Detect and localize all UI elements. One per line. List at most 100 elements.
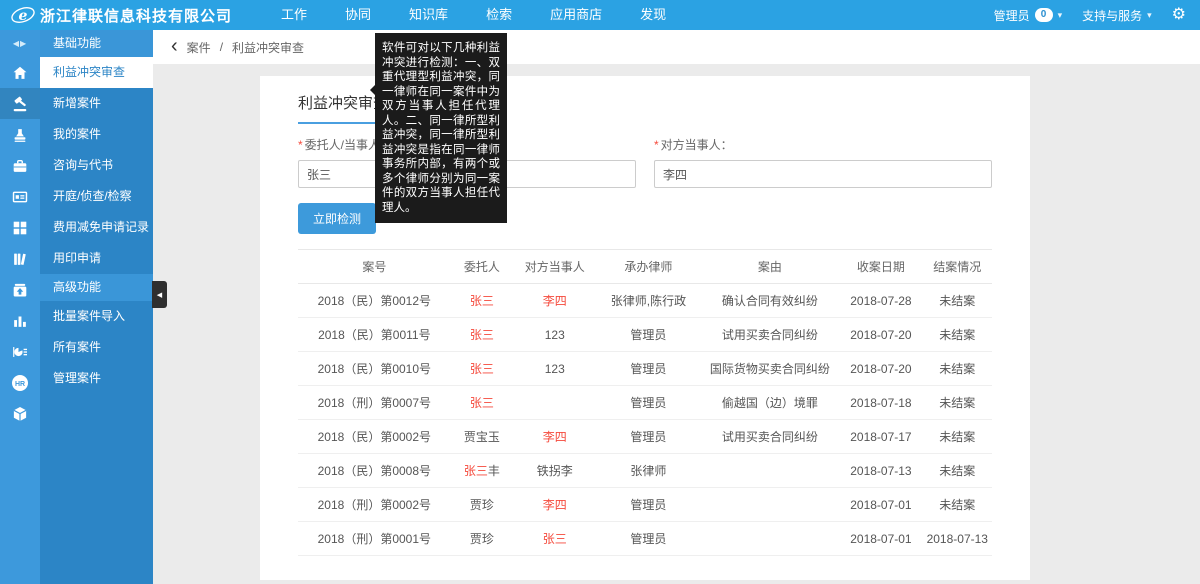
support-label: 支持与服务 [1082,7,1142,24]
client-cell: 张三丰 [451,454,513,488]
sidebar: ◀ ▶ [0,30,153,584]
lawyer-cell: 管理员 [596,522,700,556]
section-advanced-functions[interactable]: 高级功能 [40,274,153,301]
svg-text:HR: HR [15,381,25,388]
books-icon[interactable] [0,243,40,274]
opponent-cell: 李四 [513,420,596,454]
home-icon[interactable] [0,57,40,88]
status-cell: 未结案 [923,318,992,352]
lawyer-cell: 管理员 [596,420,700,454]
required-mark: * [654,138,659,152]
col-client: 委托人 [451,250,513,284]
sidebar-icon-strip: ◀ ▶ [0,30,40,584]
client-cell: 张三 [451,386,513,420]
status-cell: 未结案 [923,454,992,488]
app-logo-icon: e [8,3,38,27]
section-basic-functions[interactable]: 基础功能 [40,30,153,57]
nav-discover[interactable]: 发现 [621,0,685,30]
status-cell: 2018-07-13 [923,522,992,556]
opponent-field: *对方当事人： [654,136,992,188]
nav-work[interactable]: 工作 [262,0,326,30]
client-cell: 张三 [451,352,513,386]
case-no: 2018（刑）第0002号 [298,488,451,522]
sidebar-item-consulting[interactable]: 咨询与代书 [40,150,153,181]
client-cell: 贾宝玉 [451,420,513,454]
sidebar-item-all-cases[interactable]: 所有案件 [40,332,153,363]
date-cell: 2018-07-17 [839,420,922,454]
opponent-cell: 123 [513,352,596,386]
sidebar-item-fee-waiver[interactable]: 费用减免申请记录 [40,212,153,243]
table-header-row: 案号 委托人 对方当事人 承办律师 案由 收案日期 结案情况 [298,250,992,284]
cause-cell: 试用买卖合同纠纷 [700,420,839,454]
arrow-right-icon: ▶ [20,39,27,48]
grid-icon[interactable] [0,212,40,243]
sidebar-item-batch-import[interactable]: 批量案件导入 [40,301,153,332]
opponent-cell: 123 [513,318,596,352]
sidebar-item-my-cases[interactable]: 我的案件 [40,119,153,150]
status-cell: 未结案 [923,386,992,420]
case-no: 2018（民）第0008号 [298,454,451,488]
cause-cell [700,488,839,522]
gear-icon[interactable]: ⚙ [1172,7,1186,23]
case-no: 2018（民）第0002号 [298,420,451,454]
table-row: 2018（民）第0012号 张三 李四 张律师,陈行政 确认合同有效纠纷 201… [298,284,992,318]
tooltip-arrow [370,85,375,95]
col-opponent: 对方当事人 [513,250,596,284]
breadcrumb-section[interactable]: 案件 [187,39,211,56]
table-row: 2018（民）第0010号 张三 123 管理员 国际货物买卖合同纠纷 2018… [298,352,992,386]
breadcrumb-current: 利益冲突审查 [232,39,304,56]
case-no: 2018（刑）第0001号 [298,522,451,556]
stamp-icon[interactable] [0,119,40,150]
pie-report-icon[interactable] [0,336,40,367]
conflict-result-table: 案号 委托人 对方当事人 承办律师 案由 收案日期 结案情况 2018（民）第0… [298,249,992,556]
top-nav: 工作 协同 知识库 检索 应用商店 发现 [262,0,685,30]
date-cell: 2018-07-28 [839,284,922,318]
cube-icon[interactable] [0,398,40,429]
id-card-icon[interactable] [0,181,40,212]
case-no: 2018（民）第0011号 [298,318,451,352]
detect-now-button[interactable]: 立即检测 [298,203,376,234]
nav-app-store[interactable]: 应用商店 [531,0,621,30]
nav-search[interactable]: 检索 [467,0,531,30]
table-row: 2018（民）第0011号 张三 123 管理员 试用买卖合同纠纷 2018-0… [298,318,992,352]
sidebar-item-manage-cases[interactable]: 管理案件 [40,363,153,394]
support-menu[interactable]: 支持与服务 ▾ [1082,7,1152,24]
client-cell: 贾珍 [451,522,513,556]
opponent-input[interactable] [654,160,992,188]
nav-collaboration[interactable]: 协同 [326,0,390,30]
sidebar-item-seal-request[interactable]: 用印申请 [40,243,153,274]
opponent-cell: 张三 [513,522,596,556]
cause-cell: 国际货物买卖合同纠纷 [700,352,839,386]
bar-chart-icon[interactable] [0,305,40,336]
cause-cell: 确认合同有效纠纷 [700,284,839,318]
date-cell: 2018-07-13 [839,454,922,488]
tooltip-text: 软件可对以下几种利益冲突进行检测：一、双重代理型利益冲突，同一律师在同一案件中为… [382,42,500,214]
box-upload-icon[interactable] [0,274,40,305]
status-cell: 未结案 [923,284,992,318]
client-cell: 贾珍 [451,488,513,522]
gavel-icon[interactable] [0,88,40,119]
svg-text:e: e [19,8,28,24]
sidebar-item-conflict-review[interactable]: 利益冲突审查 [40,57,153,88]
hr-icon[interactable]: HR [0,367,40,398]
back-icon[interactable]: ‹ [171,36,178,56]
cause-cell: 试用买卖合同纠纷 [700,318,839,352]
client-cell: 张三 [451,284,513,318]
opponent-label: *对方当事人： [654,136,992,153]
main-area: ‹ 案件 / 利益冲突审查 利益冲突审查 ! *委托人/当事人： *对方当事人： [153,30,1200,580]
breadcrumb: ‹ 案件 / 利益冲突审查 [153,30,1200,64]
user-menu[interactable]: 管理员 0 ▾ [994,7,1063,24]
chevron-down-icon: ▾ [1147,10,1152,21]
user-name: 管理员 [994,7,1030,24]
table-row: 2018（刑）第0001号 贾珍 张三 管理员 2018-07-01 2018-… [298,522,992,556]
sidebar-collapse-tab[interactable]: ◀ [152,281,167,308]
lawyer-cell: 管理员 [596,318,700,352]
sidebar-item-hearing[interactable]: 开庭/侦查/检察 [40,181,153,212]
opponent-cell [513,386,596,420]
sidebar-item-new-case[interactable]: 新增案件 [40,88,153,119]
briefcase-icon[interactable] [0,150,40,181]
client-cell: 张三 [451,318,513,352]
case-no: 2018（民）第0012号 [298,284,451,318]
nav-knowledge-base[interactable]: 知识库 [390,0,467,30]
collapse-arrows-icon[interactable]: ◀ ▶ [0,30,40,57]
